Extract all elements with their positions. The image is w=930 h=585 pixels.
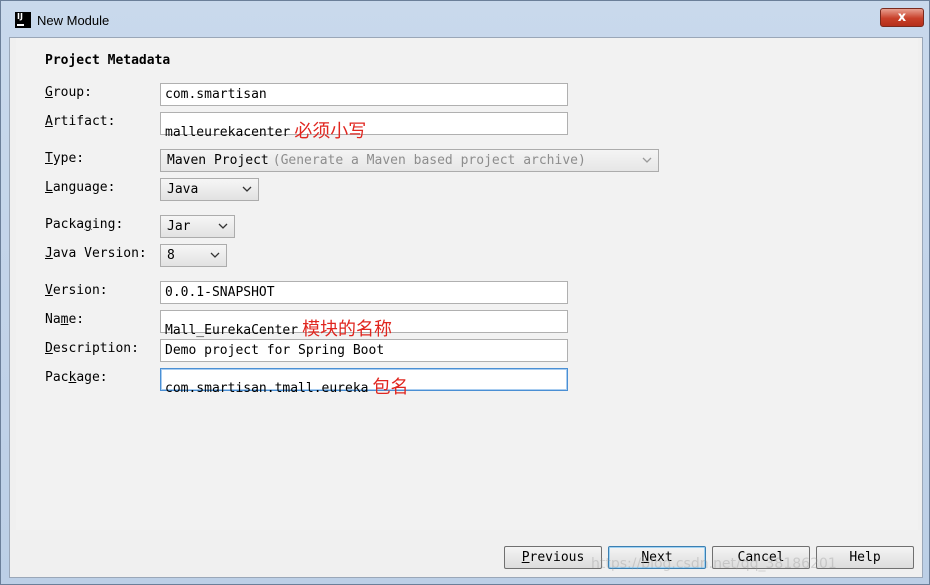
group-input[interactable]: com.smartisan [160, 83, 568, 106]
java-version-select[interactable]: 8 [160, 244, 227, 267]
java-version-label: Java Version: [45, 246, 147, 261]
name-label: Name: [45, 312, 85, 327]
intellij-app-icon: IJ [15, 12, 31, 28]
type-select[interactable]: Maven Project (Generate a Maven based pro… [160, 149, 659, 172]
next-button[interactable]: Next [608, 546, 706, 569]
version-label: Version: [45, 283, 108, 298]
chevron-down-icon [242, 184, 252, 194]
packaging-label: Packaging: [45, 217, 124, 232]
version-input[interactable]: 0.0.1-SNAPSHOT [160, 281, 568, 304]
section-title: Project Metadata [45, 53, 171, 68]
dialog-content: Project Metadata Group: com.smartisan Ar… [9, 37, 923, 578]
language-label: Language: [45, 180, 116, 195]
help-button[interactable]: Help [816, 546, 914, 569]
packaging-select[interactable]: Jar [160, 215, 235, 238]
close-button[interactable]: x [880, 8, 924, 27]
language-select[interactable]: Java [160, 178, 259, 201]
window-title: New Module [37, 13, 110, 28]
project-metadata-panel: Project Metadata Group: com.smartisan Ar… [16, 38, 918, 530]
group-label: Group: [45, 85, 92, 100]
previous-button[interactable]: Previous [504, 546, 602, 569]
chevron-down-icon [218, 221, 228, 231]
artifact-input[interactable]: malleurekacenter 必须小写 [160, 112, 568, 142]
name-annotation: 模块的名称 [302, 319, 393, 340]
new-module-dialog: IJ New Module x Project Metadata Group: … [0, 0, 930, 585]
name-input[interactable]: Mall_EurekaCenter 模块的名称 [160, 310, 568, 340]
title-bar[interactable]: IJ New Module x [1, 1, 929, 35]
package-label: Package: [45, 370, 108, 385]
description-label: Description: [45, 341, 139, 356]
artifact-label: Artifact: [45, 114, 116, 129]
artifact-annotation: 必须小写 [294, 121, 367, 142]
chevron-down-icon [642, 155, 652, 165]
cancel-button[interactable]: Cancel [712, 546, 810, 569]
package-input[interactable]: com.smartisan.tmall.eureka 包名 [160, 368, 568, 398]
chevron-down-icon [210, 250, 220, 260]
package-annotation: 包名 [372, 377, 409, 398]
type-label: Type: [45, 151, 85, 166]
description-input[interactable]: Demo project for Spring Boot [160, 339, 568, 362]
